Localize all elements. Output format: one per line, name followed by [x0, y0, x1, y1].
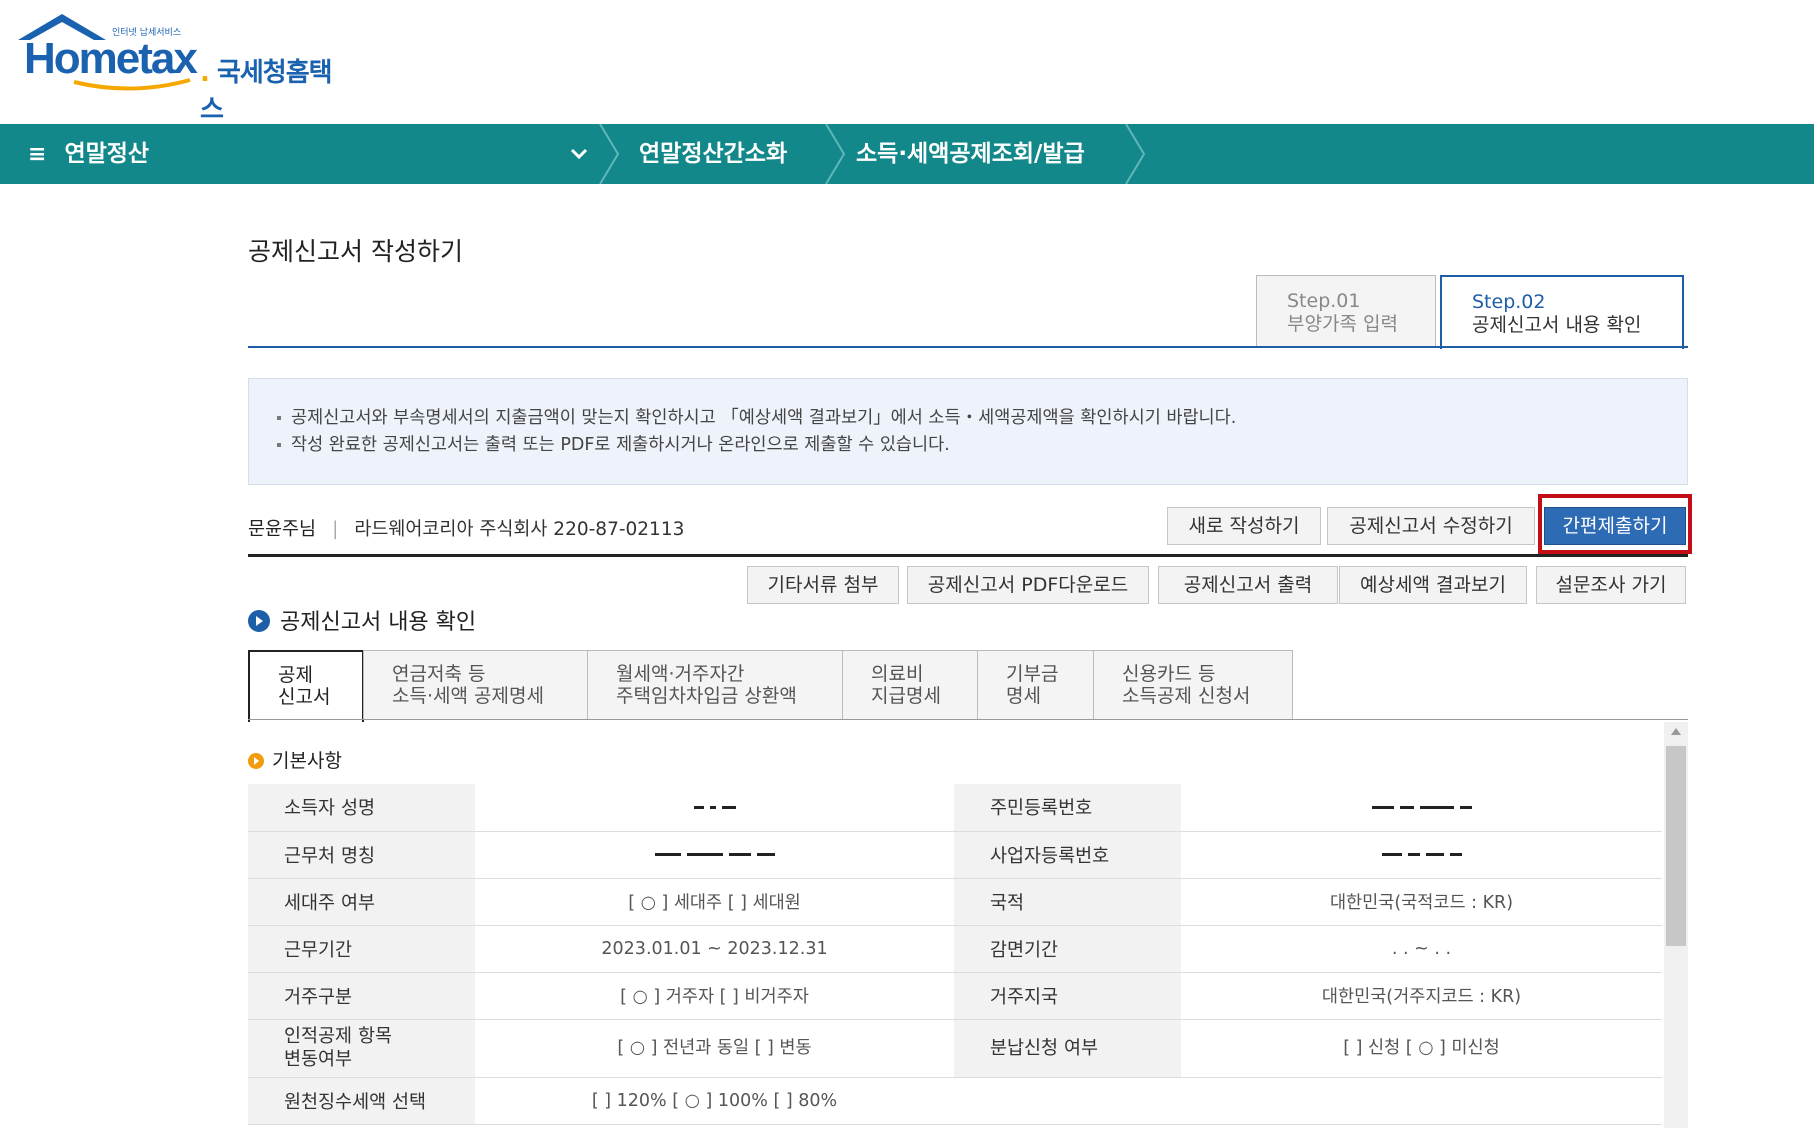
- breadcrumb-separator-icon: [599, 124, 620, 184]
- page-title: 공제신고서 작성하기: [248, 237, 463, 266]
- attach-docs-button[interactable]: 기타서류 첨부: [747, 566, 899, 604]
- print-button[interactable]: 공제신고서 출력: [1158, 566, 1338, 604]
- row-label: 거주지국: [954, 972, 1181, 1020]
- masked-id-value: [1181, 784, 1662, 832]
- row-value: [ ○ ] 전년과 동일 [ ] 변동: [475, 1019, 954, 1078]
- step-number: Step.01: [1287, 290, 1361, 312]
- row-value: 2023.01.01 ~ 2023.12.31: [475, 925, 954, 973]
- row-value: 대한민국(국적코드 : KR): [1181, 878, 1662, 926]
- company-info: 라드웨어코리아 주식회사 220-87-02113: [354, 519, 685, 540]
- row-label: 분납신청 여부: [954, 1019, 1181, 1078]
- steps-divider: [248, 346, 1688, 348]
- step-label: 공제신고서 내용 확인: [1472, 314, 1642, 336]
- logo-korean-name: . 국세청홈택스: [200, 58, 333, 125]
- table-row: 인적공제 항목 변동여부 [ ○ ] 전년과 동일 [ ] 변동 분납신청 여부 …: [248, 1019, 1662, 1078]
- notice-line: 작성 완료한 공제신고서는 출력 또는 PDF로 제출하시거나 온라인으로 제출…: [277, 432, 1687, 459]
- empty-cell: [954, 1077, 1181, 1125]
- table-row: 근무기간 2023.01.01 ~ 2023.12.31 감면기간 . . ~ …: [248, 925, 1662, 973]
- row-value: [ ] 신청 [ ○ ] 미신청: [1181, 1019, 1662, 1078]
- hamburger-icon: ≡: [28, 142, 47, 167]
- row-label: 세대주 여부: [248, 878, 475, 926]
- scroll-up-icon[interactable]: [1671, 728, 1681, 735]
- basic-info-title: 기본사항: [248, 746, 342, 773]
- logo-wordmark: Hometax: [24, 34, 198, 83]
- row-label: 인적공제 항목 변동여부: [248, 1019, 475, 1078]
- survey-button[interactable]: 설문조사 가기: [1536, 566, 1686, 604]
- tab-medical-expense[interactable]: 의료비 지급명세: [842, 650, 978, 720]
- basic-info-table: 소득자 성명 주민등록번호 근무처 명칭 사업자등록번호 세대주 여부 [ ○ …: [248, 784, 1662, 1125]
- tab-donation[interactable]: 기부금 명세: [977, 650, 1094, 720]
- table-row: 근무처 명칭 사업자등록번호: [248, 831, 1662, 879]
- user-info: 문윤주님 | 라드웨어코리아 주식회사 220-87-02113: [248, 519, 685, 540]
- row-label: 근무기간: [248, 925, 475, 973]
- row-label: 원천징수세액 선택: [248, 1077, 475, 1125]
- row-value: [ ○ ] 거주자 [ ] 비거주자: [475, 972, 954, 1020]
- step-tab-2[interactable]: Step.02 공제신고서 내용 확인: [1440, 275, 1684, 349]
- estimate-result-button[interactable]: 예상세액 결과보기: [1339, 566, 1527, 604]
- table-row: 거주구분 [ ○ ] 거주자 [ ] 비거주자 거주지국 대한민국(거주지코드 …: [248, 972, 1662, 1020]
- row-label: 근무처 명칭: [248, 831, 475, 879]
- step-label: 부양가족 입력: [1287, 313, 1398, 335]
- vertical-scrollbar[interactable]: [1664, 722, 1688, 1128]
- new-write-button[interactable]: 새로 작성하기: [1167, 507, 1321, 545]
- header-divider: [248, 554, 1688, 557]
- breadcrumb-separator-icon: [825, 124, 846, 184]
- row-label: 사업자등록번호: [954, 831, 1181, 879]
- breadcrumb-yearend-simplified[interactable]: 연말정산간소화: [639, 124, 787, 184]
- breadcrumb-deduction-lookup[interactable]: 소득·세액공제조회/발급: [856, 124, 1085, 184]
- quick-submit-button[interactable]: 간편제출하기: [1544, 507, 1686, 545]
- tab-credit-card[interactable]: 신용카드 등 소득공제 신청서: [1093, 650, 1293, 720]
- row-label: 주민등록번호: [954, 784, 1181, 832]
- hometax-logo[interactable]: 인터넷 납세서비스 Hometax . 국세청홈택스: [12, 12, 342, 125]
- tab-deduction-form[interactable]: 공제 신고서: [248, 650, 364, 722]
- breadcrumb-separator-icon: [1125, 124, 1146, 184]
- empty-cell: [1181, 1077, 1662, 1125]
- main-navbar: ≡ 연말정산 연말정산간소화 소득·세액공제조회/발급: [0, 124, 1814, 184]
- row-label: 소득자 성명: [248, 784, 475, 832]
- arrow-dot-icon: [248, 753, 264, 769]
- edit-form-button[interactable]: 공제신고서 수정하기: [1327, 507, 1535, 545]
- user-name: 문윤주님: [248, 519, 317, 540]
- notice-line: 공제신고서와 부속명세서의 지출금액이 맞는지 확인하시고 「예상세액 결과보기…: [277, 405, 1687, 432]
- row-value: . . ~ . .: [1181, 925, 1662, 973]
- arrow-circle-icon: [248, 610, 270, 632]
- scroll-thumb[interactable]: [1666, 746, 1686, 946]
- step-number: Step.02: [1472, 291, 1546, 313]
- table-row: 세대주 여부 [ ○ ] 세대주 [ ] 세대원 국적 대한민국(국적코드 : …: [248, 878, 1662, 926]
- notice-box: 공제신고서와 부속명세서의 지출금액이 맞는지 확인하시고 「예상세액 결과보기…: [248, 378, 1688, 485]
- row-value: 대한민국(거주지코드 : KR): [1181, 972, 1662, 1020]
- tab-pension-savings[interactable]: 연금저축 등 소득·세액 공제명세: [363, 650, 588, 720]
- logo-swoosh-icon: [73, 78, 191, 91]
- row-value: [ ○ ] 세대주 [ ] 세대원: [475, 878, 954, 926]
- nav-menu-yearend[interactable]: ≡ 연말정산: [28, 124, 149, 184]
- table-row: 원천징수세액 선택 [ ] 120% [ ○ ] 100% [ ] 80%: [248, 1077, 1662, 1125]
- table-row: 소득자 성명 주민등록번호: [248, 784, 1662, 832]
- masked-name-value: [475, 784, 954, 832]
- masked-company-value: [475, 831, 954, 879]
- tabs-divider: [248, 719, 1688, 720]
- chevron-down-icon[interactable]: [568, 142, 590, 164]
- row-label: 감면기간: [954, 925, 1181, 973]
- row-label: 거주구분: [248, 972, 475, 1020]
- tab-monthly-rent[interactable]: 월세액·거주자간 주택임차차입금 상환액: [587, 650, 843, 720]
- pdf-download-button[interactable]: 공제신고서 PDF다운로드: [907, 566, 1149, 604]
- section-title: 공제신고서 내용 확인: [248, 604, 476, 636]
- row-label: 국적: [954, 878, 1181, 926]
- step-tab-1[interactable]: Step.01 부양가족 입력: [1256, 275, 1436, 348]
- row-value: [ ] 120% [ ○ ] 100% [ ] 80%: [475, 1077, 954, 1125]
- masked-bizno-value: [1181, 831, 1662, 879]
